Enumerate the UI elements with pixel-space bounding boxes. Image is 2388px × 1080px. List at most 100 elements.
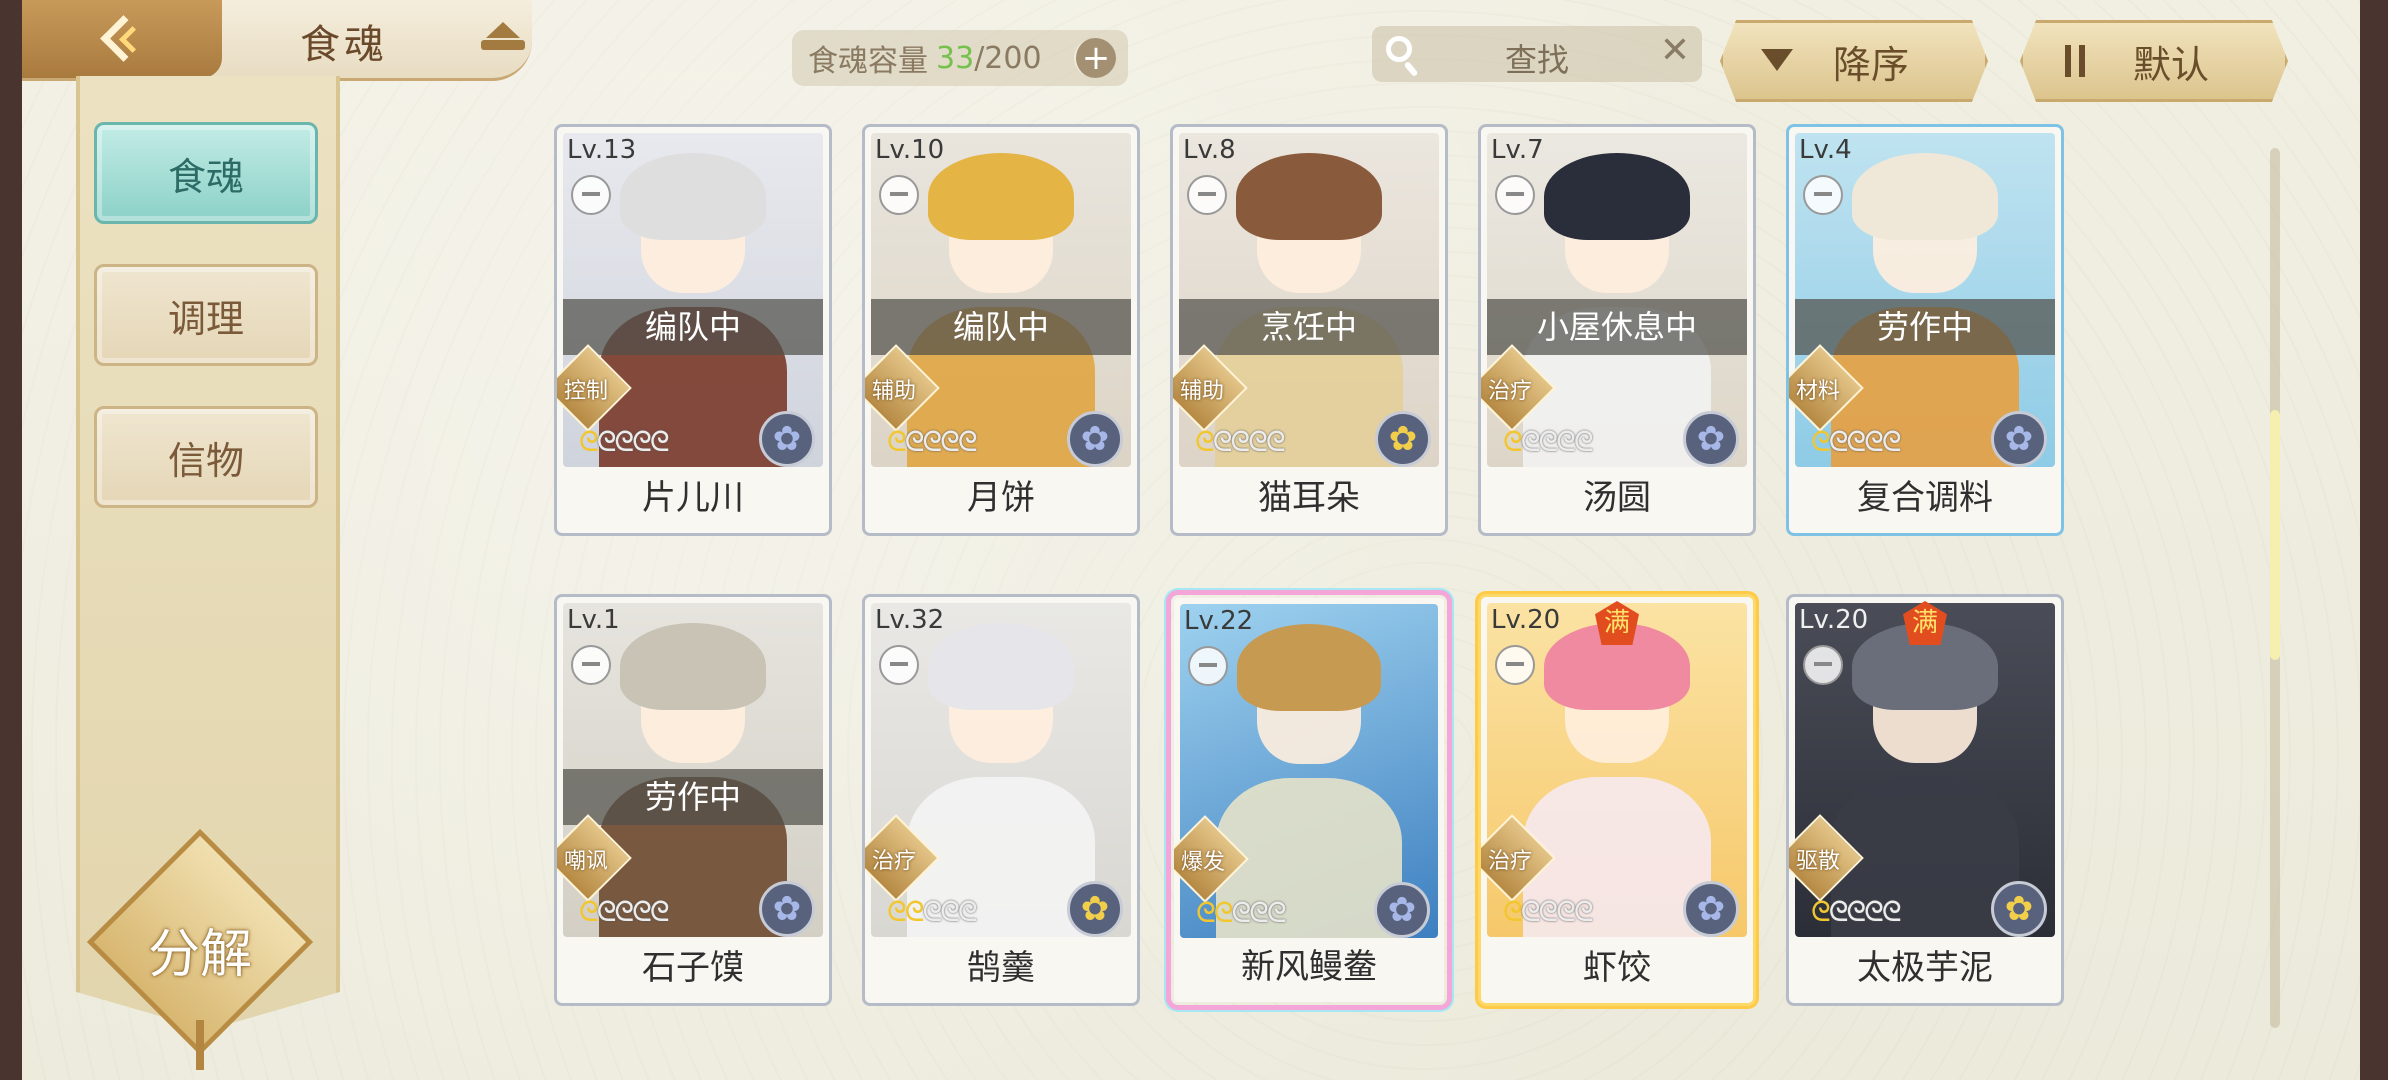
character-hair — [928, 623, 1074, 710]
star-rating: ᘓᘓᘓᘓᘓ — [887, 425, 978, 458]
remove-icon[interactable] — [879, 645, 919, 685]
character-hair — [928, 153, 1074, 240]
star-rating: ᘓᘓᘓᘓᘓ — [1196, 896, 1287, 929]
food-soul-card[interactable]: Lv.20 满 驱散 ᘓᘓᘓᘓᘓ ✿ 太极芋泥 — [1786, 594, 2064, 1006]
remove-icon[interactable] — [1495, 645, 1535, 685]
character-name: 汤圆 — [1583, 478, 1651, 518]
scrollbar-thumb[interactable] — [2270, 410, 2280, 660]
search-field[interactable]: 查找 ✕ — [1372, 26, 1702, 82]
character-name: 石子馍 — [642, 948, 744, 988]
food-soul-card[interactable]: Lv.8 烹饪中 辅助 ᘓᘓᘓᘓᘓ ✿ 猫耳朵 — [1170, 124, 1448, 536]
level-label: Lv.4 — [1799, 135, 1852, 165]
status-banner: 劳作中 — [1795, 299, 2055, 355]
swap-icon — [2061, 45, 2095, 77]
remove-icon[interactable] — [1803, 645, 1843, 685]
sidebar-item-tokens[interactable]: 信物 — [94, 406, 318, 508]
back-button[interactable] — [22, 0, 222, 78]
status-banner: 小屋休息中 — [1487, 299, 1747, 355]
character-name: 虾饺 — [1583, 948, 1651, 988]
decompose-label: 分解 — [147, 925, 252, 985]
flower-icon: ✿ — [1067, 411, 1123, 467]
character-hair — [1544, 153, 1690, 240]
star-rating: ᘓᘓᘓᘓᘓ — [887, 895, 978, 928]
character-hair — [1236, 624, 1382, 711]
level-label: Lv.20 — [1491, 605, 1561, 635]
sort-desc-label: 降序 — [1833, 42, 1910, 87]
role-label: 控制 — [563, 379, 608, 404]
sidebar-item-conditioning[interactable]: 调理 — [94, 264, 318, 366]
sidebar-item-food-souls[interactable]: 食魂 — [94, 122, 318, 224]
remove-icon[interactable] — [1495, 175, 1535, 215]
flower-icon: ✿ — [1374, 882, 1430, 938]
flower-icon: ✿ — [1991, 411, 2047, 467]
sort-default-button[interactable]: 默认 — [2020, 20, 2288, 102]
status-banner: 劳作中 — [563, 769, 823, 825]
status-banner: 烹饪中 — [1179, 299, 1439, 355]
left-frame — [0, 0, 22, 1080]
remove-icon[interactable] — [1803, 175, 1843, 215]
level-label: Lv.32 — [875, 605, 945, 635]
clear-icon[interactable]: ✕ — [1658, 33, 1692, 69]
star-rating: ᘓᘓᘓᘓᘓ — [579, 895, 670, 928]
level-label: Lv.20 — [1799, 605, 1869, 635]
food-soul-card[interactable]: Lv.1 劳作中 嘲讽 ᘓᘓᘓᘓᘓ ✿ 石子馍 — [554, 594, 832, 1006]
star-rating: ᘓᘓᘓᘓᘓ — [579, 425, 670, 458]
level-label: Lv.10 — [875, 135, 945, 165]
level-label: Lv.7 — [1491, 135, 1544, 165]
character-name: 太极芋泥 — [1857, 948, 1993, 988]
flower-icon: ✿ — [1375, 411, 1431, 467]
food-soul-card[interactable]: Lv.22 爆发 ᘓᘓᘓᘓᘓ ✿ 新风鳗鲞 — [1170, 594, 1448, 1006]
role-label: 治疗 — [1487, 849, 1532, 874]
star-rating: ᘓᘓᘓᘓᘓ — [1811, 425, 1902, 458]
flower-icon: ✿ — [1067, 881, 1123, 937]
character-name: 复合调料 — [1857, 478, 1993, 518]
character-name: 月饼 — [967, 478, 1035, 518]
star-rating: ᘓᘓᘓᘓᘓ — [1503, 425, 1594, 458]
remove-icon[interactable] — [879, 175, 919, 215]
add-capacity-button[interactable]: + — [1074, 38, 1116, 78]
character-hair — [1852, 153, 1998, 240]
pavilion-icon[interactable] — [478, 18, 528, 58]
role-label: 辅助 — [871, 379, 916, 404]
role-label: 辅助 — [1179, 379, 1224, 404]
food-soul-card[interactable]: Lv.4 劳作中 材料 ᘓᘓᘓᘓᘓ ✿ 复合调料 — [1786, 124, 2064, 536]
character-name: 片儿川 — [642, 478, 744, 518]
food-soul-card[interactable]: Lv.32 治疗 ᘓᘓᘓᘓᘓ ✿ 鹄羹 — [862, 594, 1140, 1006]
remove-icon[interactable] — [1187, 175, 1227, 215]
remove-icon[interactable] — [1188, 646, 1228, 686]
character-hair — [620, 153, 766, 240]
character-name: 猫耳朵 — [1258, 478, 1360, 518]
food-soul-card[interactable]: Lv.10 编队中 辅助 ᘓᘓᘓᘓᘓ ✿ 月饼 — [862, 124, 1140, 536]
role-label: 治疗 — [871, 849, 916, 874]
triangle-down-icon — [1761, 49, 1793, 71]
status-banner: 编队中 — [563, 299, 823, 355]
role-label: 驱散 — [1795, 849, 1840, 874]
character-name: 鹄羹 — [967, 948, 1035, 988]
star-rating: ᘓᘓᘓᘓᘓ — [1811, 895, 1902, 928]
flower-icon: ✿ — [1683, 411, 1739, 467]
level-label: Lv.1 — [567, 605, 620, 635]
flower-icon: ✿ — [1991, 881, 2047, 937]
capacity-label: 食魂容量 — [808, 44, 928, 79]
character-name: 新风鳗鲞 — [1241, 947, 1377, 987]
remove-icon[interactable] — [571, 645, 611, 685]
role-label: 材料 — [1795, 379, 1840, 404]
flower-icon: ✿ — [1683, 881, 1739, 937]
search-placeholder: 查找 — [1504, 41, 1569, 79]
food-soul-card[interactable]: Lv.7 小屋休息中 治疗 ᘓᘓᘓᘓᘓ ✿ 汤圆 — [1478, 124, 1756, 536]
flower-icon: ✿ — [759, 411, 815, 467]
sort-desc-button[interactable]: 降序 — [1720, 20, 1988, 102]
food-soul-card[interactable]: Lv.13 编队中 控制 ᘓᘓᘓᘓᘓ ✿ 片儿川 — [554, 124, 832, 536]
capacity-max: /200 — [974, 40, 1042, 76]
remove-icon[interactable] — [571, 175, 611, 215]
level-label: Lv.8 — [1183, 135, 1236, 165]
food-soul-card[interactable]: Lv.20 满 治疗 ᘓᘓᘓᘓᘓ ✿ 虾饺 — [1478, 594, 1756, 1006]
right-frame — [2360, 0, 2388, 1080]
level-label: Lv.22 — [1184, 606, 1254, 636]
star-rating: ᘓᘓᘓᘓᘓ — [1503, 895, 1594, 928]
back-arrow-icon — [99, 16, 145, 62]
role-label: 爆发 — [1180, 850, 1225, 875]
capacity-display: 食魂容量 33 /200 + — [792, 30, 1128, 86]
capacity-current: 33 — [936, 40, 975, 76]
star-rating: ᘓᘓᘓᘓᘓ — [1195, 425, 1286, 458]
